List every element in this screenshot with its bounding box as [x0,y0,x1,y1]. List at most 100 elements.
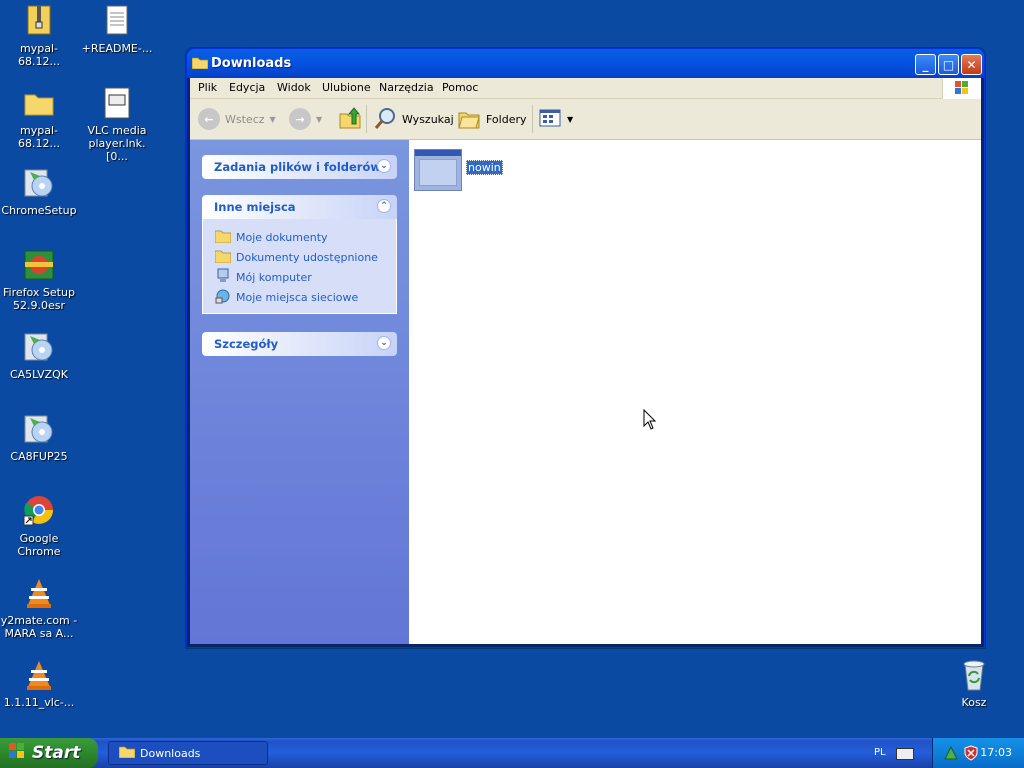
file-icon [100,86,134,120]
system-tray: 17:03 [932,738,1024,768]
network-tray-icon[interactable] [943,745,959,764]
file-view[interactable]: nowin [409,140,981,644]
keyboard-icon[interactable] [896,748,914,760]
desktop-icon-label: Firefox Setup 52.9.0esr [3,286,75,312]
place-shared-documents[interactable]: Dokumenty udostępnione [203,247,396,267]
window-body: Plik Edycja Widok Ulubione Narzędzia Pom… [190,78,981,644]
panel-header[interactable]: Szczegóły ⌄ [202,332,397,356]
language-indicator[interactable]: PL [874,747,886,758]
desktop-icon-recycle-bin[interactable]: Kosz [935,658,1013,709]
computer-icon [215,268,231,287]
folder-icon [214,249,232,266]
expand-icon[interactable]: ⌄ [377,336,391,350]
recycle-bin-icon [957,658,991,692]
panel-title: Zadania plików i folderów [214,160,381,174]
desktop-icon-label: VLC media player.lnk.[0... [87,124,147,163]
expand-icon[interactable]: ⌄ [377,159,391,173]
desktop-icon-label: y2mate.com - MARA sa A... [0,614,78,640]
desktop-icon-vlc-lnk[interactable]: VLC media player.lnk.[0... [78,86,156,163]
vlc-icon [22,576,56,610]
window-title: Downloads [211,56,292,71]
menu-narzedzia[interactable]: Narzędzia [379,81,434,94]
explorer-window[interactable]: Downloads _ □ ✕ Plik Edycja Widok Ulubio… [186,48,985,648]
desktop-icon-ca5lvzqk[interactable]: CA5LVZQK [0,330,78,381]
folders-button[interactable]: Foldery [457,106,527,132]
collapse-icon[interactable]: ⌃ [377,199,391,213]
desktop-icon-ca8fup25[interactable]: CA8FUP25 [0,412,78,463]
windows-logo-icon [942,78,981,99]
toolbar-separator [532,105,533,133]
place-my-computer[interactable]: Mój komputer [203,267,396,287]
folder-icon [191,56,209,70]
back-button[interactable]: ← Wstecz ▼ [198,106,276,132]
panel-header[interactable]: Zadania plików i folderów ⌄ [202,155,397,179]
toolbar: ← Wstecz ▼ → ▼ Wyszukaj Foldery ▼ [190,99,981,140]
installer-icon [22,248,56,282]
chevron-down-icon: ▼ [567,114,574,124]
menu-bar: Plik Edycja Widok Ulubione Narzędzia Pom… [190,78,981,99]
up-folder-icon [338,106,362,133]
folders-label: Foldery [486,112,527,126]
search-button[interactable]: Wyszukaj [373,106,454,132]
vlc-icon [22,658,56,692]
desktop-icon-label: ChromeSetup [1,204,77,217]
menu-edycja[interactable]: Edycja [229,81,265,94]
close-button[interactable]: ✕ [961,54,982,75]
menu-pomoc[interactable]: Pomoc [442,81,478,94]
installer-icon [22,166,56,200]
chrome-icon [22,494,56,528]
security-shield-icon[interactable] [963,745,979,764]
place-label: Mój komputer [236,270,312,284]
place-label: Moje miejsca sieciowe [236,290,359,304]
taskbar: Start Downloads PL 17:03 [0,738,1024,768]
back-arrow-icon: ← [198,108,220,130]
desktop-icon-label: 1.1.11_vlc-... [3,696,75,709]
desktop-icon-mypal-zip[interactable]: mypal-68.12... [0,4,78,68]
search-icon [373,106,397,133]
place-network[interactable]: Moje miejsca sieciowe [203,287,396,307]
folder-icon [22,86,56,120]
panel-details: Szczegóły ⌄ [202,332,397,356]
desktop-icon-chromesetup[interactable]: ChromeSetup [0,166,78,217]
panel-body: Moje dokumenty Dokumenty udostępnione Mó… [202,219,397,314]
maximize-button[interactable]: □ [938,54,959,75]
place-label: Moje dokumenty [236,230,328,244]
desktop-icon-label: Google Chrome [17,532,61,558]
menu-widok[interactable]: Widok [277,81,311,94]
application-icon [414,149,462,191]
taskbar-item-downloads[interactable]: Downloads [108,741,268,765]
desktop-icon-firefox-setup[interactable]: Firefox Setup 52.9.0esr [0,248,78,312]
panel-header[interactable]: Inne miejsca ⌃ [202,195,397,219]
views-button[interactable]: ▼ [538,106,573,132]
start-button[interactable]: Start [0,738,98,768]
panel-title: Szczegóły [214,337,279,351]
menu-plik[interactable]: Plik [198,81,217,94]
place-my-documents[interactable]: Moje dokumenty [203,227,396,247]
installer-icon [22,330,56,364]
panel-other-places: Inne miejsca ⌃ Moje dokumenty Dokumenty … [202,195,397,314]
minimize-button[interactable]: _ [915,54,936,75]
mouse-cursor-icon [643,408,657,434]
desktop-icon-readme[interactable]: +README-... [78,4,156,55]
chevron-down-icon: ▼ [269,114,276,124]
clock[interactable]: 17:03 [980,746,1012,759]
search-label: Wyszukaj [402,112,454,126]
up-folder-button[interactable] [338,106,362,132]
title-bar[interactable]: Downloads _ □ ✕ [187,49,984,78]
desktop-icon-vlc[interactable]: 1.1.11_vlc-... [0,658,78,709]
desktop-icon-label: mypal-68.12... [18,124,60,150]
desktop-icon-label: CA5LVZQK [9,368,69,381]
panel-file-tasks: Zadania plików i folderów ⌄ [202,155,397,179]
minimize-icon: _ [922,58,929,72]
file-name: nowin [466,160,503,175]
desktop-icon-google-chrome[interactable]: Google Chrome [0,494,78,558]
file-item-nowin[interactable]: nowin [414,149,503,191]
desktop-icon-label: mypal-68.12... [18,42,60,68]
desktop-icon-label: +README-... [81,42,153,55]
menu-ulubione[interactable]: Ulubione [322,81,371,94]
forward-button[interactable]: → ▼ [289,106,322,132]
desktop-icon-mypal-folder[interactable]: mypal-68.12... [0,86,78,150]
close-icon: ✕ [966,58,977,72]
desktop-icon-y2mate[interactable]: y2mate.com - MARA sa A... [0,576,78,640]
back-label: Wstecz [225,112,265,126]
